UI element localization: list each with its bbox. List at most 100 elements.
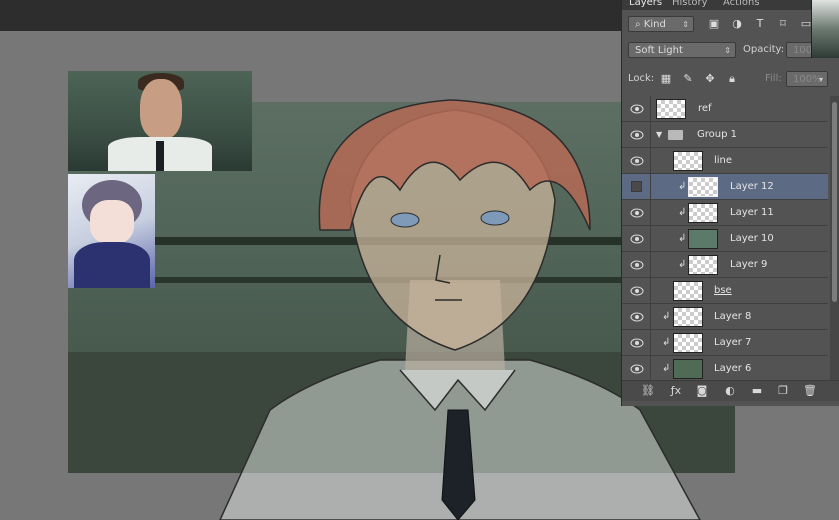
blend-mode-select[interactable]: Soft Light ⇕ [628,42,736,58]
eye-icon[interactable] [630,129,644,141]
divider [650,356,651,380]
layer-row-layer-9[interactable]: ↲ Layer 9 [622,252,828,278]
eye-icon[interactable] [630,103,644,115]
filter-type-icon[interactable]: T [753,17,767,31]
navigator-thumbnail [811,0,839,58]
layer-row-layer-8[interactable]: ↲ Layer 8 [622,304,828,330]
panel-tabs: Layers History Actions [622,0,839,10]
blend-mode-value: Soft Light [635,45,683,56]
clipping-arrow-icon: ↲ [678,259,687,270]
layer-thumbnail [673,281,703,301]
tab-history[interactable]: History [672,0,708,8]
filter-kind-select[interactable]: ⌕ Kind ⇕ [628,16,694,32]
layer-row-group-1[interactable]: ▼ Group 1 [622,122,828,148]
layer-thumbnail [673,307,703,327]
layer-thumbnail [673,151,703,171]
layer-thumbnail [688,203,718,223]
clipping-arrow-icon: ↲ [662,311,671,322]
blend-row: Soft Light ⇕ Opacity: 100% [622,41,839,65]
layer-name[interactable]: ref [698,103,712,114]
divider [650,96,651,122]
trash-icon[interactable]: 🗑︎ [802,384,818,398]
tab-actions[interactable]: Actions [723,0,760,8]
filter-adjustment-icon[interactable]: ◑ [730,17,744,31]
fill-label: Fill: [765,73,782,84]
new-layer-icon[interactable]: ❐ [775,384,791,398]
fill-input[interactable]: 100% ▾ [786,71,828,87]
layer-row-line[interactable]: line [622,148,828,174]
layer-thumbnail [688,255,718,275]
layer-row-bse[interactable]: bse [622,278,828,304]
fill-value: 100% [793,74,822,85]
layer-row-layer-11[interactable]: ↲ Layer 11 [622,200,828,226]
layer-name[interactable]: bse [714,285,732,296]
layer-name[interactable]: Layer 9 [730,259,767,270]
eye-icon[interactable] [630,285,644,297]
chevron-down-icon: ▾ [818,75,823,84]
eye-icon[interactable] [630,233,644,245]
clipping-arrow-icon: ↲ [678,233,687,244]
opacity-label: Opacity: [743,44,785,55]
layer-name[interactable]: Layer 12 [730,181,774,192]
clipping-arrow-icon: ↲ [662,363,671,374]
lock-brush-icon[interactable]: ✎ [681,72,695,86]
layer-name[interactable]: line [714,155,732,166]
layer-name[interactable]: Group 1 [697,129,737,140]
layer-row-layer-10[interactable]: ↲ Layer 10 [622,226,828,252]
filter-shape-icon[interactable]: ⌑ [776,17,790,31]
layer-thumbnail [656,99,686,119]
search-icon: ⌕ [635,19,641,30]
chevron-updown-icon: ⇕ [682,20,689,29]
eye-icon[interactable] [630,363,644,375]
divider [650,278,651,304]
folder-icon[interactable]: ▬ [749,384,765,398]
layers-scrollbar[interactable] [830,96,839,380]
layer-name[interactable]: Layer 8 [714,311,751,322]
layer-name[interactable]: Layer 10 [730,233,774,244]
scrollbar-thumb[interactable] [832,102,837,302]
clipping-arrow-icon: ↲ [678,207,687,218]
filter-kind-value: Kind [643,19,666,30]
layer-row-layer-12[interactable]: ↲ Layer 12 [622,174,828,200]
eye-icon[interactable] [630,155,644,167]
lock-all-icon[interactable]: 🔒︎ [725,72,739,86]
eye-icon[interactable] [630,207,644,219]
ref-anime-face [90,200,134,244]
divider [650,174,651,200]
ref-anime-coat [74,242,150,288]
eye-icon[interactable] [630,337,644,349]
layer-name[interactable]: Layer 7 [714,337,751,348]
filter-row: ⌕ Kind ⇕ ▣ ◑ T ⌑ ▭ [622,14,839,38]
adjustment-icon[interactable]: ◐ [722,384,738,398]
filter-pixel-icon[interactable]: ▣ [707,17,721,31]
chevron-updown-icon: ⇕ [724,46,731,55]
ref-photo-tie [156,141,164,171]
layer-row-layer-6[interactable]: ↲ Layer 6 [622,356,828,380]
divider [650,122,651,148]
layers-panel: Layers History Actions ⌕ Kind ⇕ ▣ ◑ T ⌑ … [621,0,839,406]
clipping-arrow-icon: ↲ [662,337,671,348]
layer-thumbnail [673,359,703,379]
layer-thumbnail [688,229,718,249]
layer-row-ref[interactable]: ref [622,96,828,122]
visibility-toggle-empty[interactable] [631,181,642,192]
eye-icon[interactable] [630,311,644,323]
lock-move-icon[interactable]: ✥ [703,72,717,86]
clipping-arrow-icon: ↲ [678,181,687,192]
layers-list: ref ▼ Group 1 line ↲ Layer 12 ↲ Layer 11… [622,96,828,380]
layer-name[interactable]: Layer 6 [714,363,751,374]
link-icon[interactable]: ⛓ [640,384,656,398]
layer-name[interactable]: Layer 11 [730,207,774,218]
lock-transparent-icon[interactable]: ▦ [659,72,673,86]
layers-footer: ⛓ ƒx ◙ ◐ ▬ ❐ 🗑︎ [622,380,839,401]
reference-anime-image [68,174,155,288]
chevron-down-icon[interactable]: ▼ [656,130,662,139]
layer-row-layer-7[interactable]: ↲ Layer 7 [622,330,828,356]
lock-row: Lock: ▦ ✎ ✥ 🔒︎ Fill: 100% ▾ [622,69,839,93]
layer-thumbnail [688,177,718,197]
fx-icon[interactable]: ƒx [668,384,684,398]
mask-icon[interactable]: ◙ [694,384,710,398]
eye-icon[interactable] [630,259,644,271]
divider [650,252,651,278]
tab-layers[interactable]: Layers [629,0,662,8]
